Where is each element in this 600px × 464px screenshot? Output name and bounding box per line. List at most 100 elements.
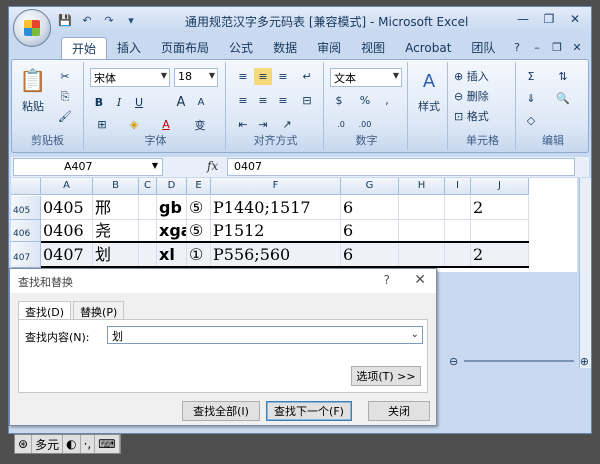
table-cell[interactable]: ⑤ (187, 196, 211, 220)
tab-view[interactable]: 视图 (351, 37, 395, 59)
comma-icon[interactable]: , (378, 92, 396, 109)
undo-icon[interactable]: ↶ (79, 12, 95, 28)
column-header-e[interactable]: E (187, 178, 211, 195)
table-cell[interactable]: P1440;1517 (211, 196, 341, 220)
percent-button[interactable]: % (356, 92, 374, 109)
restore-button[interactable]: ❐ (537, 10, 561, 28)
office-button[interactable] (13, 9, 51, 47)
save-icon[interactable]: 💾 (57, 12, 73, 28)
align-center-icon[interactable]: ≡ (254, 92, 272, 109)
currency-icon[interactable]: $ (330, 92, 348, 109)
fill-icon[interactable]: ⇓ (522, 90, 540, 107)
paste-icon[interactable]: 📋 (18, 66, 48, 96)
paste-button[interactable]: 粘贴 (18, 98, 48, 114)
ribbon-close-icon[interactable]: ✕ (569, 39, 585, 55)
decrease-indent-icon[interactable]: ⇤ (234, 116, 252, 133)
cut-icon[interactable]: ✂ (56, 68, 74, 85)
grow-font-button[interactable]: A (172, 94, 190, 111)
keyboard-icon[interactable]: ⌨ (95, 435, 120, 453)
fx-icon[interactable]: fx (207, 159, 218, 173)
zoom-out-icon[interactable]: ⊖ (449, 355, 458, 368)
punctuation-icon[interactable]: ·, (81, 435, 96, 453)
table-cell[interactable]: 0405 (41, 196, 93, 220)
dialog-help-button[interactable]: ? (384, 273, 390, 287)
increase-indent-icon[interactable]: ⇥ (254, 116, 272, 133)
find-input[interactable]: 划 ⌄ (107, 326, 423, 344)
column-header-j[interactable]: J (471, 178, 529, 195)
tab-home[interactable]: 开始 (61, 37, 108, 59)
underline-button[interactable]: U (130, 94, 148, 111)
find-select-icon[interactable]: 🔍 (554, 90, 572, 107)
table-cell[interactable] (139, 196, 157, 220)
clear-icon[interactable]: ◇ (522, 112, 540, 129)
ime-mode[interactable]: 多元 (32, 435, 64, 453)
shrink-font-button[interactable]: A (192, 94, 210, 111)
column-header-i[interactable]: I (445, 178, 471, 195)
row-header[interactable]: 407 (11, 242, 41, 268)
format-cells-button[interactable]: ⊡ 格式 (454, 108, 512, 124)
table-cell[interactable] (471, 220, 529, 242)
table-cell[interactable] (139, 220, 157, 242)
ribbon-minimize-icon[interactable]: – (529, 39, 545, 55)
tab-data[interactable]: 数据 (263, 37, 307, 59)
zoom-slider[interactable] (464, 360, 574, 362)
table-cell[interactable] (399, 196, 445, 220)
wrap-text-icon[interactable]: ↵ (298, 68, 316, 85)
font-size-combo[interactable]: 18 ▼ (174, 68, 218, 87)
delete-cells-button[interactable]: ⊖ 删除 (454, 88, 512, 104)
column-header-f[interactable]: F (211, 178, 341, 195)
tab-find[interactable]: 查找(D) (18, 301, 72, 319)
tab-review[interactable]: 审阅 (307, 37, 351, 59)
format-painter-icon[interactable]: 🖌 (56, 108, 74, 125)
tab-team[interactable]: 团队 (461, 37, 505, 59)
dialog-close-icon[interactable]: ✕ (414, 272, 426, 288)
table-cell[interactable]: gb (157, 196, 187, 220)
find-next-button[interactable]: 查找下一个(F) (266, 401, 352, 421)
redo-icon[interactable]: ↷ (101, 12, 117, 28)
table-cell[interactable]: 0406 (41, 220, 93, 242)
table-cell[interactable] (445, 220, 471, 242)
help-icon[interactable]: ? (509, 39, 525, 55)
merge-center-icon[interactable]: ⊟ (298, 92, 316, 109)
tab-insert[interactable]: 插入 (107, 37, 151, 59)
tab-replace[interactable]: 替换(P) (73, 301, 125, 319)
italic-button[interactable]: I (110, 94, 128, 111)
align-bottom-icon[interactable]: ≡ (274, 68, 292, 85)
insert-cells-button[interactable]: ⊕ 插入 (454, 68, 512, 84)
styles-icon[interactable]: A (414, 68, 444, 94)
styles-button[interactable]: 样式 (412, 98, 446, 114)
copy-icon[interactable]: ⎘ (56, 88, 74, 105)
phonetic-button[interactable]: 变 (186, 116, 214, 133)
table-cell[interactable]: ⑤ (187, 220, 211, 242)
autosum-icon[interactable]: Σ (522, 68, 540, 85)
row-header[interactable]: 405 (11, 196, 41, 220)
table-cell[interactable]: 2 (471, 196, 529, 220)
font-color-icon[interactable]: A (152, 116, 180, 133)
decrease-decimal-icon[interactable]: .00 (356, 116, 374, 133)
increase-decimal-icon[interactable]: .0 (332, 116, 350, 133)
close-dialog-button[interactable]: 关闭 (368, 401, 430, 421)
border-icon[interactable]: ⊞ (90, 116, 114, 133)
align-right-icon[interactable]: ≡ (274, 92, 292, 109)
align-left-icon[interactable]: ≡ (234, 92, 252, 109)
column-header-d[interactable]: D (157, 178, 187, 195)
align-top-icon[interactable]: ≡ (234, 68, 252, 85)
column-header-h[interactable]: H (399, 178, 445, 195)
table-cell[interactable]: 6 (341, 220, 399, 242)
tab-page-layout[interactable]: 页面布局 (151, 37, 219, 59)
vertical-scrollbar[interactable] (579, 178, 591, 368)
orientation-icon[interactable]: ↗ (278, 116, 296, 133)
close-button[interactable]: ✕ (563, 10, 587, 28)
customize-qat-icon[interactable]: ▾ (123, 12, 139, 28)
name-box[interactable]: A407 ▼ (13, 158, 163, 176)
sort-filter-icon[interactable]: ⇅ (554, 68, 572, 85)
zoom-in-icon[interactable]: ⊕ (580, 355, 589, 368)
font-name-combo[interactable]: 宋体 ▼ (90, 68, 170, 87)
table-cell[interactable]: xga (157, 220, 187, 242)
tab-formulas[interactable]: 公式 (219, 37, 263, 59)
options-button[interactable]: 选项(T) >> (351, 366, 421, 386)
align-middle-icon[interactable]: ≡ (254, 68, 272, 85)
tab-acrobat[interactable]: Acrobat (395, 37, 461, 59)
bold-button[interactable]: B (90, 94, 108, 111)
column-header-b[interactable]: B (93, 178, 139, 195)
